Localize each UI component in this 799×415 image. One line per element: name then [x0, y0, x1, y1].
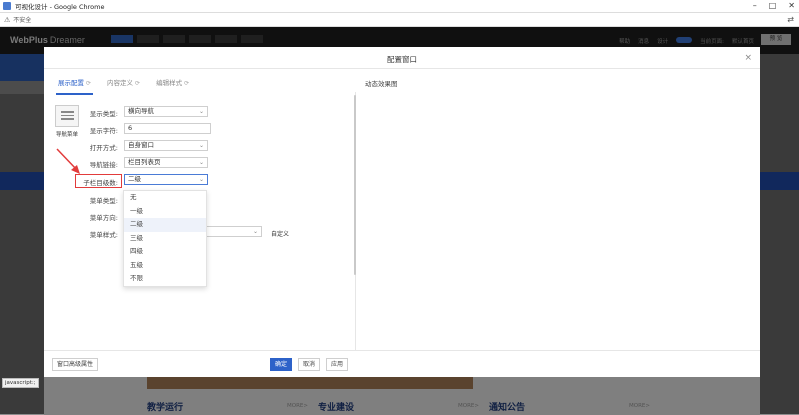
menu-type-label: 菜单类型:: [89, 197, 118, 205]
menu-style-select[interactable]: ⌄: [204, 226, 262, 237]
dropdown-option[interactable]: 二级: [124, 218, 206, 232]
warning-icon[interactable]: ⚠: [4, 16, 10, 24]
dropdown-option[interactable]: 四级: [124, 245, 206, 259]
browser-titlebar: 可视化设计 - Google Chrome – □ ✕: [0, 0, 799, 13]
preview-title: 动态效果图: [365, 80, 398, 88]
chevron-down-icon: ⌄: [198, 159, 204, 166]
tab-edit-style[interactable]: 编辑样式 ⟳: [154, 75, 191, 95]
window-title: 可视化设计 - Google Chrome: [15, 3, 105, 11]
word-count-input[interactable]: 6: [124, 123, 211, 134]
chevron-down-icon: ⌄: [198, 108, 204, 115]
minimize-button[interactable]: –: [753, 1, 757, 10]
dropdown-option[interactable]: 不限: [124, 272, 206, 286]
close-window-button[interactable]: ✕: [788, 1, 795, 10]
chevron-down-icon: ⌄: [198, 142, 204, 149]
dialog-header: 配置窗口 ×: [44, 47, 760, 69]
menu-direction-label: 菜单方向:: [89, 214, 118, 222]
dropdown-option[interactable]: 一级: [124, 205, 206, 219]
dialog-title: 配置窗口: [387, 55, 417, 64]
app-favicon-icon: [3, 2, 11, 10]
close-icon[interactable]: ×: [744, 53, 752, 63]
window-controls: – □ ✕: [753, 1, 795, 10]
dropdown-option[interactable]: 三级: [124, 232, 206, 246]
ok-button[interactable]: 确定: [270, 358, 292, 371]
sub-level-select[interactable]: 二级 ⌄: [124, 174, 208, 185]
open-mode-select[interactable]: 自身窗口 ⌄: [124, 140, 208, 151]
tab-display-config[interactable]: 展示配置 ⟳: [56, 75, 94, 95]
refresh-icon: ⟳: [86, 80, 92, 87]
maximize-button[interactable]: □: [769, 1, 777, 10]
advanced-properties-button[interactable]: 窗口高级属性: [52, 358, 98, 371]
security-label: 不安全: [13, 17, 32, 24]
chevron-down-icon: ⌄: [252, 228, 258, 235]
annotation-highlight-box: [75, 174, 122, 188]
refresh-icon: ⟳: [184, 80, 190, 87]
status-hint: javascript:;: [2, 378, 39, 388]
address-bar[interactable]: ⚠ 不安全 ⇄: [0, 13, 799, 27]
cancel-button[interactable]: 取消: [298, 358, 320, 371]
sub-level-dropdown: 无 一级 二级 三级 四级 五级 不限: [123, 190, 207, 287]
config-tabs: 展示配置 ⟳ 内容定义 ⟳ 编辑样式 ⟳: [56, 75, 191, 95]
annotation-arrow-icon: [56, 148, 80, 174]
chevron-down-icon: ⌄: [198, 176, 204, 183]
word-count-label: 显示字符:: [89, 127, 118, 135]
tab-content-definition[interactable]: 内容定义 ⟳: [105, 75, 142, 95]
refresh-icon: ⟳: [135, 80, 141, 87]
apply-button[interactable]: 应用: [326, 358, 348, 371]
dialog-footer: 窗口高级属性 确定 取消 应用: [44, 350, 760, 377]
display-type-select[interactable]: 横向导航 ⌄: [124, 106, 208, 117]
dropdown-option[interactable]: 无: [124, 191, 206, 205]
menu-style-label: 菜单样式:: [89, 231, 118, 239]
display-type-label: 显示类型:: [89, 110, 118, 118]
nav-link-select[interactable]: 栏目列表页 ⌄: [124, 157, 208, 168]
translate-icon[interactable]: ⇄: [787, 15, 794, 24]
custom-style-link[interactable]: 自定义: [271, 229, 289, 238]
settings-scrollbar[interactable]: [354, 95, 356, 275]
dropdown-option[interactable]: 五级: [124, 259, 206, 273]
